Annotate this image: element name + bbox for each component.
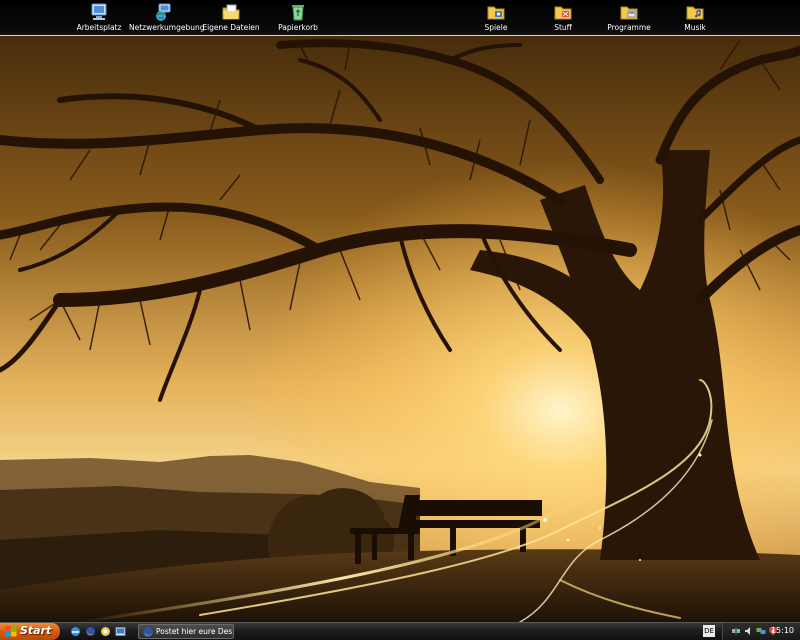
folder-games-icon bbox=[487, 6, 505, 20]
desktop-icon-label: Arbeitsplatz bbox=[76, 23, 122, 32]
desktop-icon-arbeitsplatz[interactable]: Arbeitsplatz bbox=[64, 2, 134, 32]
desktop-icon-label: Musik bbox=[684, 23, 706, 32]
my-computer-icon bbox=[91, 3, 107, 20]
system-clock[interactable]: 15:10 bbox=[771, 626, 794, 635]
taskbar: Start Postet hier eure Desk... DE bbox=[0, 622, 800, 640]
system-tray: 15:10 bbox=[722, 623, 800, 640]
desktop-icon-label: Spiele bbox=[484, 23, 508, 32]
taskbar-window-button[interactable]: Postet hier eure Desk... bbox=[138, 624, 234, 639]
folder-programs-icon bbox=[620, 6, 638, 20]
desktop-icon-netzwerkumgebung[interactable]: Netzwerkumgebung bbox=[129, 2, 205, 32]
desktop-icon-eigene-dateien[interactable]: Eigene Dateien bbox=[196, 2, 266, 32]
firefox-icon bbox=[143, 627, 153, 637]
show-desktop-icon[interactable] bbox=[115, 626, 126, 637]
start-button[interactable]: Start bbox=[0, 623, 60, 640]
desktop-wallpaper bbox=[0, 0, 800, 622]
network-places-icon bbox=[156, 3, 171, 21]
recycle-bin-icon bbox=[292, 5, 304, 21]
desktop-icon-bar: Arbeitsplatz Netzwerkumgebung Eigene Dat… bbox=[0, 0, 800, 36]
desktop-icon-label: Eigene Dateien bbox=[202, 23, 260, 32]
desktop-icon-papierkorb[interactable]: Papierkorb bbox=[263, 2, 333, 32]
folder-music-icon bbox=[686, 6, 704, 20]
windows-logo-icon bbox=[5, 626, 17, 637]
desktop-icon-label: Programme bbox=[607, 23, 651, 32]
internet-explorer-icon[interactable] bbox=[70, 626, 81, 637]
desktop-icon-label: Stuff bbox=[554, 23, 572, 32]
my-documents-icon bbox=[222, 4, 240, 20]
start-label: Start bbox=[20, 624, 52, 637]
language-indicator[interactable]: DE bbox=[703, 625, 715, 637]
desktop-icon-spiele[interactable]: Spiele bbox=[461, 2, 531, 32]
messenger-icon[interactable] bbox=[100, 626, 111, 637]
desktop-icon-label: Netzwerkumgebung bbox=[129, 23, 205, 32]
firefox-icon[interactable] bbox=[85, 626, 96, 637]
volume-icon[interactable] bbox=[744, 626, 754, 636]
desktop-icon-stuff[interactable]: Stuff bbox=[528, 2, 598, 32]
desktop-icon-programme[interactable]: Programme bbox=[594, 2, 664, 32]
desktop-icon-label: Papierkorb bbox=[278, 23, 318, 32]
taskbar-window-title: Postet hier eure Desk... bbox=[156, 627, 232, 636]
desktop-icon-musik[interactable]: Musik bbox=[660, 2, 730, 32]
network-connection-icon[interactable] bbox=[756, 626, 766, 636]
safely-remove-hardware-icon[interactable] bbox=[731, 626, 741, 636]
folder-stuff-icon bbox=[554, 6, 572, 20]
